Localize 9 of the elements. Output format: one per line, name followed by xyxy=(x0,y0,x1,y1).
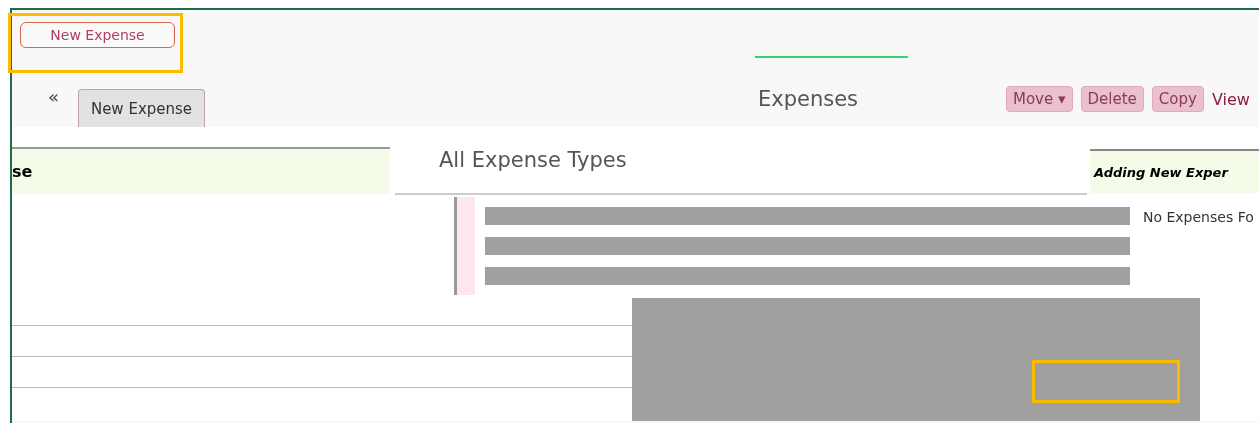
empty-message: No Expenses Fo xyxy=(1142,208,1254,227)
section-banner: se xyxy=(12,147,390,194)
collapse-icon[interactable]: « xyxy=(48,86,78,107)
expenses-title: Expenses xyxy=(758,87,860,111)
new-expense-button[interactable]: New Expense xyxy=(20,22,175,48)
status-banner: Adding New Exper xyxy=(1090,149,1259,193)
splitter-bar[interactable] xyxy=(454,197,475,295)
view-link[interactable]: View xyxy=(1211,89,1250,109)
expense-tab[interactable]: New Expense xyxy=(78,89,205,127)
